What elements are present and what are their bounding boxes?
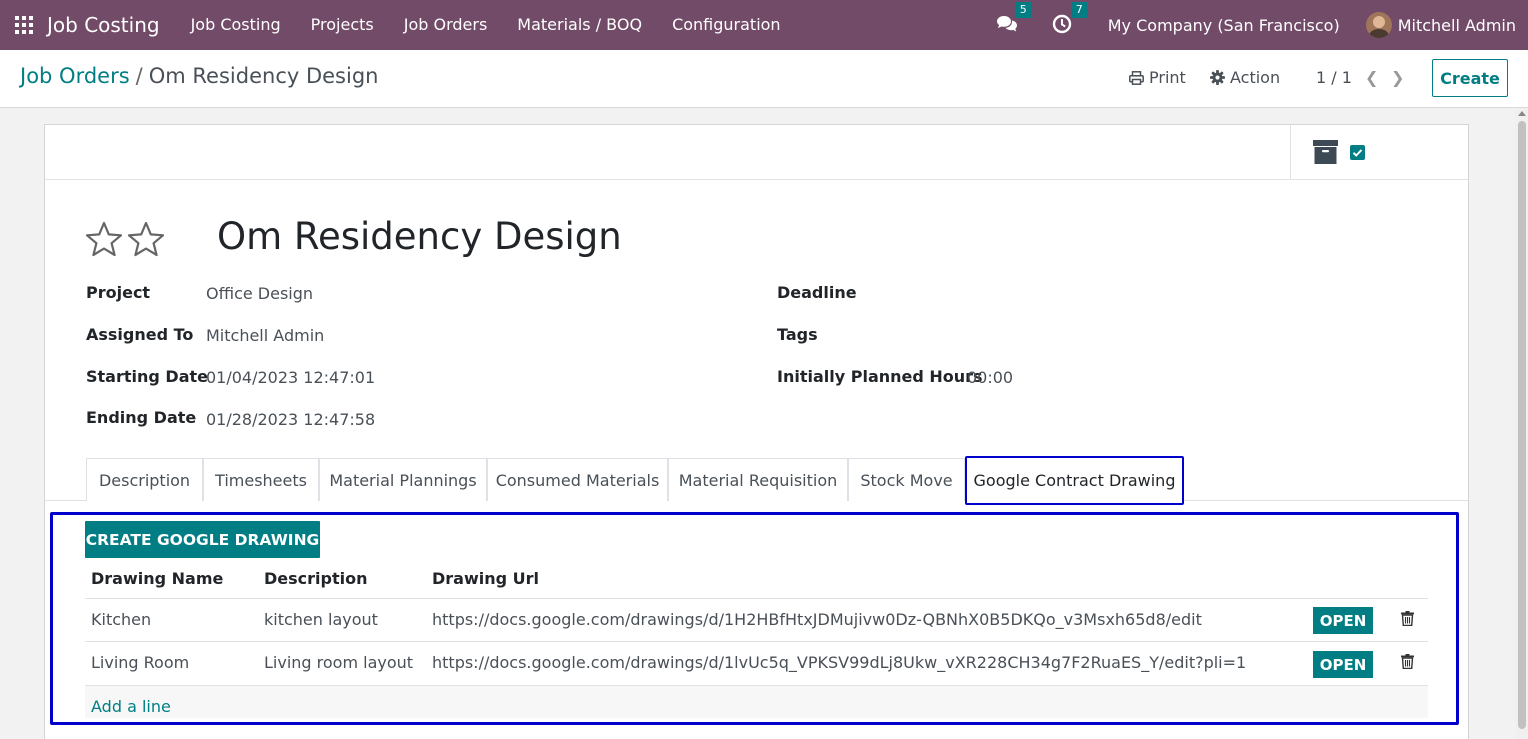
messages-button[interactable]: 5 [996,2,1032,36]
table-cell-drawing-url[interactable]: https://docs.google.com/drawings/d/1lvUc… [432,653,1246,672]
archive-icon[interactable] [1313,140,1338,164]
top-navbar: Job Costing Job Costing Projects Job Ord… [0,0,1528,50]
open-drawing-button[interactable]: OPEN [1313,651,1373,678]
tab-consumed-materials[interactable]: Consumed Materials [487,458,668,501]
breadcrumb: Job Orders / Om Residency Design [20,64,378,88]
create-button[interactable]: Create [1432,59,1508,97]
starting-date-label: Starting Date [86,367,208,386]
breadcrumb-separator: / [135,64,143,88]
breadcrumb-job-orders[interactable]: Job Orders [20,64,130,88]
table-cell-drawing-name[interactable]: Living Room [91,653,189,672]
menu-materials-boq[interactable]: Materials / BOQ [502,0,657,50]
tab-material-requisition[interactable]: Material Requisition [668,458,848,501]
table-divider [85,641,1428,642]
assigned-to-field[interactable]: Mitchell Admin [206,326,324,345]
action-button[interactable]: Action [1210,68,1280,87]
tab-material-plannings[interactable]: Material Plannings [319,458,487,501]
scroll-up-arrow-icon[interactable] [1518,111,1526,116]
ending-date-label: Ending Date [86,408,197,427]
print-label: Print [1149,68,1186,87]
ending-date-field[interactable]: 01/28/2023 12:47:58 [206,410,375,429]
star-outline-icon[interactable] [85,221,123,257]
starting-date-field[interactable]: 01/04/2023 12:47:01 [206,368,375,387]
printer-icon [1129,70,1144,85]
user-menu[interactable]: Mitchell Admin [1365,12,1516,38]
add-line-row [85,686,1428,718]
button-box-divider [1290,125,1291,180]
project-label: Project [86,283,151,302]
print-button[interactable]: Print [1129,68,1186,87]
menu-job-orders[interactable]: Job Orders [389,0,503,50]
planned-hours-label: Initially Planned Hours [777,367,983,386]
control-panel: Job Orders / Om Residency Design Print Act… [0,50,1528,108]
add-a-line-link[interactable]: Add a line [91,697,171,716]
activities-button[interactable]: 7 [1052,2,1088,36]
tab-stock-move[interactable]: Stock Move [848,458,965,501]
trash-icon[interactable] [1401,611,1414,626]
trash-icon[interactable] [1401,654,1414,669]
record-title[interactable]: Om Residency Design [217,215,622,258]
button-box [45,125,1468,180]
table-cell-description[interactable]: Living room layout [264,653,413,672]
scrollbar-thumb[interactable] [1518,121,1526,729]
priority-stars [85,221,165,257]
clock-icon [1052,14,1071,34]
page-scrollbar[interactable] [1515,109,1528,739]
action-label: Action [1230,68,1281,87]
deadline-label: Deadline [777,283,857,302]
tags-label: Tags [777,325,818,344]
table-cell-drawing-url[interactable]: https://docs.google.com/drawings/d/1H2HB… [432,610,1202,629]
pager-next-icon[interactable]: ❯ [1391,68,1404,87]
pager-value[interactable]: 1 / 1 [1316,68,1352,87]
tab-timesheets[interactable]: Timesheets [203,458,319,501]
tab-google-contract-drawing[interactable]: Google Contract Drawing [965,456,1184,505]
menu-job-costing[interactable]: Job Costing [176,0,296,50]
create-google-drawing-button[interactable]: CREATE GOOGLE DRAWING [85,521,320,558]
planned-hours-field[interactable]: 00:00 [967,368,1013,387]
open-drawing-button[interactable]: OPEN [1313,607,1373,634]
project-field[interactable]: Office Design [206,284,313,303]
table-cell-description[interactable]: kitchen layout [264,610,378,629]
column-header-drawing-name[interactable]: Drawing Name [91,569,223,588]
menu-configuration[interactable]: Configuration [657,0,796,50]
app-brand[interactable]: Job Costing [47,13,160,37]
company-switcher[interactable]: My Company (San Francisco) [1108,16,1340,35]
avatar [1365,12,1392,38]
activities-count-badge: 7 [1070,2,1088,18]
column-header-drawing-url[interactable]: Drawing Url [432,569,539,588]
messages-count-badge: 5 [1014,2,1032,18]
menu-projects[interactable]: Projects [296,0,389,50]
pager-previous-icon[interactable]: ❮ [1365,68,1378,87]
gear-icon [1210,70,1225,85]
tab-description[interactable]: Description [86,458,203,501]
table-divider [85,598,1428,599]
column-header-description[interactable]: Description [264,569,367,588]
assigned-to-label: Assigned To [86,325,194,344]
app-grid-icon[interactable] [15,16,33,34]
user-name: Mitchell Admin [1397,15,1516,35]
breadcrumb-current: Om Residency Design [148,64,379,88]
active-checkbox-icon[interactable] [1350,145,1365,160]
table-cell-drawing-name[interactable]: Kitchen [91,610,151,629]
star-outline-icon[interactable] [127,221,165,257]
